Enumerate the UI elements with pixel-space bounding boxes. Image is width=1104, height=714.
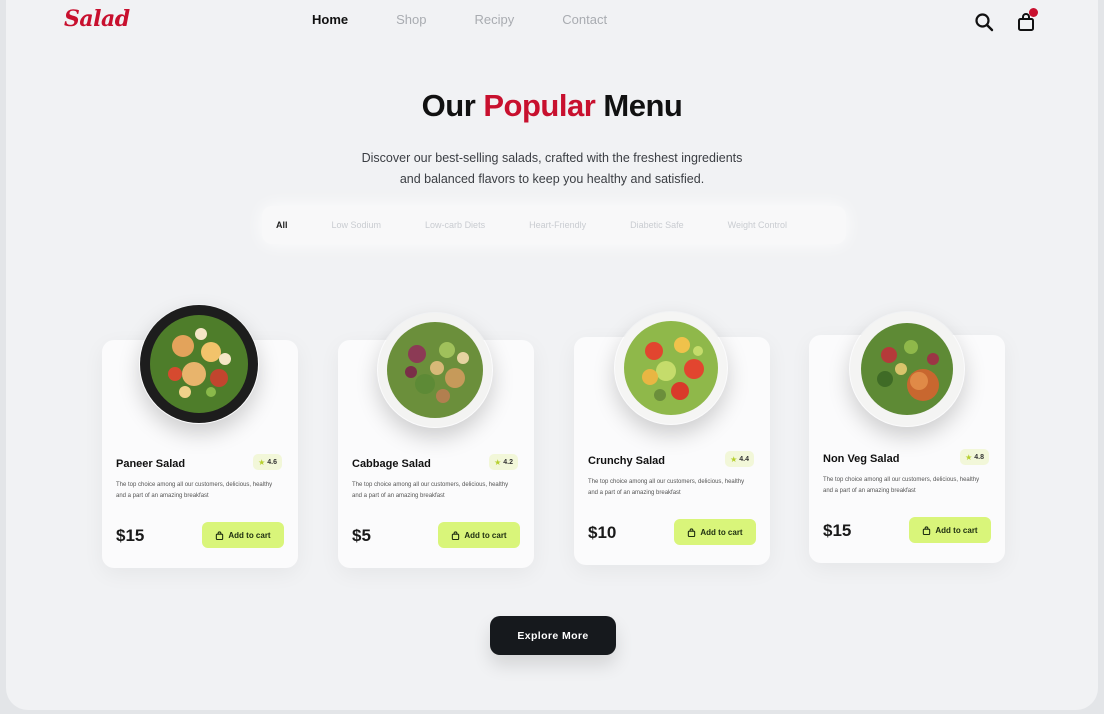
card-title: Paneer Salad [116,458,186,470]
card-price: $15 [823,521,852,540]
card-price: $5 [352,526,371,545]
title-suffix: Menu [595,88,683,123]
add-to-cart-label: Add to cart [464,530,507,540]
filter-tab-heart-friendly[interactable]: Heart-Friendly [529,220,586,230]
bag-icon [216,530,224,540]
add-to-cart-button[interactable]: Add to cart [909,517,991,543]
rating-value: 4.4 [739,455,749,463]
star-icon: ★ [965,452,973,462]
rating-badge: ★ 4.4 [725,451,754,467]
star-icon: ★ [258,457,266,467]
bag-icon [688,527,696,537]
filter-tab-diabetic-safe[interactable]: Diabetic Safe [630,220,684,230]
product-card-crunchy[interactable]: Crunchy Salad ★ 4.4 The top choice among … [574,312,770,565]
bag-icon [923,525,931,535]
product-card-cabbage[interactable]: Cabbage Salad ★ 4.2 The top choice among … [338,313,534,568]
star-icon: ★ [494,457,502,467]
filter-tab-all[interactable]: All [276,220,288,230]
subtitle-line-2: and balanced flavors to keep you healthy… [399,172,705,186]
search-icon [975,13,994,32]
product-card-non-veg[interactable]: Non Veg Salad ★ 4.8 The top choice among … [809,312,1005,563]
card-title: Crunchy Salad [588,455,666,467]
title-prefix: Our [421,88,484,123]
rating-badge: ★ 4.8 [960,449,989,465]
brand-logo[interactable]: Salad [64,6,130,32]
nav-links: Home Shop Recipy Contact [312,12,655,27]
card-title: Non Veg Salad [823,453,900,465]
card-description: The top choice among all our customers, … [823,477,980,494]
rating-value: 4.8 [974,453,984,461]
search-button[interactable] [972,10,996,34]
card-price: $15 [116,526,145,545]
nav-link-shop[interactable]: Shop [396,12,426,27]
category-filter-bar: All Low Sodium Low-carb Diets Heart-Frie… [262,206,846,244]
card-title: Cabbage Salad [352,458,431,470]
rating-value: 4.6 [267,458,277,466]
card-description: The top choice among all our customers, … [116,482,273,499]
card-price: $10 [588,523,617,542]
bag-icon [452,530,460,540]
subtitle-line-1: Discover our best-selling salads, crafte… [361,151,743,165]
add-to-cart-label: Add to cart [228,530,271,540]
title-accent: Popular [483,88,596,123]
cabbage-salad-image [378,313,492,427]
explore-more-button[interactable]: Explore More [490,616,616,655]
filter-tab-weight-control[interactable]: Weight Control [728,220,787,230]
nav-link-recipy[interactable]: Recipy [475,12,515,27]
product-card-paneer[interactable]: Paneer Salad ★ 4.6 The top choice among a… [102,305,298,568]
page-title: Our Popular Menu [6,88,1098,124]
rating-value: 4.2 [503,458,513,466]
add-to-cart-button[interactable]: Add to cart [438,522,520,548]
nav-link-home[interactable]: Home [312,12,348,27]
rating-badge: ★ 4.6 [253,454,282,470]
top-navigation: Salad Home Shop Recipy Contact [6,0,1098,42]
nav-icons [972,8,1038,34]
non-veg-salad-image [850,312,964,426]
filter-tab-low-carb[interactable]: Low-carb Diets [425,220,485,230]
star-icon: ★ [730,454,738,464]
cart-badge [1029,8,1038,17]
card-description: The top choice among all our customers, … [588,479,745,496]
card-description: The top choice among all our customers, … [352,482,509,499]
cart-button[interactable] [1014,8,1038,34]
rating-badge: ★ 4.2 [489,454,518,470]
add-to-cart-button[interactable]: Add to cart [202,522,284,548]
crunchy-salad-image [615,312,727,424]
page-subtitle: Discover our best-selling salads, crafte… [6,148,1098,190]
add-to-cart-button[interactable]: Add to cart [674,519,756,545]
add-to-cart-label: Add to cart [935,525,978,535]
add-to-cart-label: Add to cart [700,527,743,537]
paneer-salad-image [140,305,258,423]
nav-link-contact[interactable]: Contact [562,12,607,27]
page-frame: Salad Home Shop Recipy Contact Our Popul… [6,0,1098,710]
filter-tab-low-sodium[interactable]: Low Sodium [332,220,382,230]
